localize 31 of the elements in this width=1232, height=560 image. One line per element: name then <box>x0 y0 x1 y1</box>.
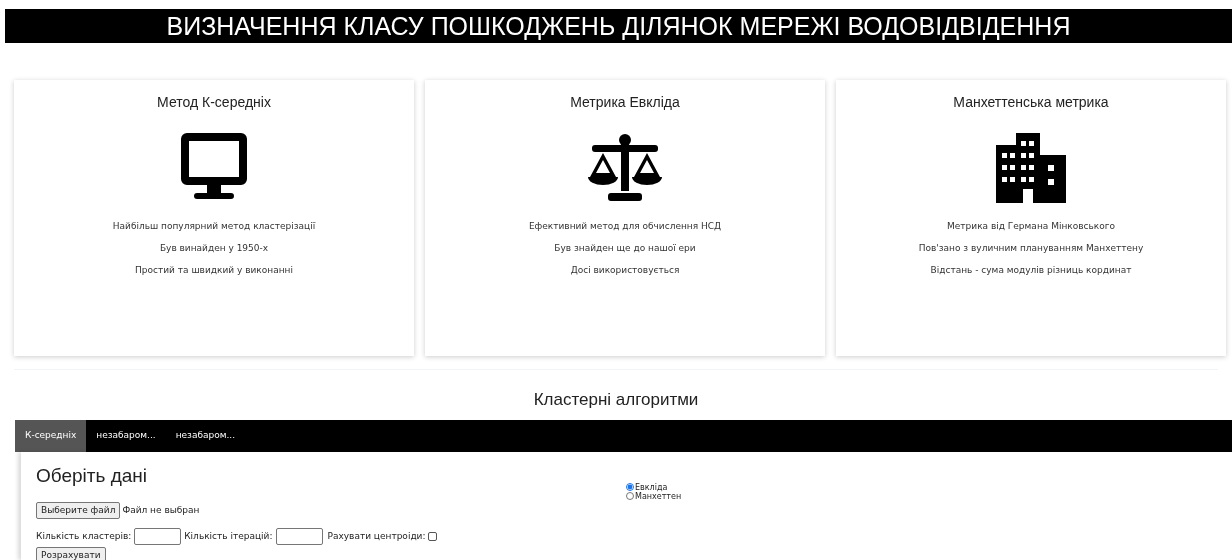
card-text: Найбільш популярний метод кластерізації <box>112 220 316 233</box>
card-text: Був винайден у 1950-х <box>159 242 269 255</box>
clusters-input[interactable] <box>134 528 182 545</box>
centroids-label: Рахувати центроіди: <box>327 529 426 543</box>
card-text: Ефективний метод для обчислення НСД <box>528 220 722 233</box>
radio-label: Манхеттен <box>635 491 682 501</box>
choose-file-button[interactable]: Выберите файл <box>36 502 121 519</box>
radio-label: Евкліда <box>635 482 668 492</box>
radio-button[interactable] <box>626 492 634 500</box>
iterations-input[interactable] <box>275 528 323 545</box>
section-title: Кластерні алгоритми <box>533 389 699 411</box>
buildings-icon <box>996 133 1066 203</box>
card-title: Метрика Евкліда <box>570 93 680 112</box>
card-title: Манхеттенська метрика <box>953 93 1109 112</box>
radio-button[interactable] <box>626 483 634 491</box>
scale-icon <box>588 133 662 203</box>
card-text: Простий та швидкий у виконанні <box>135 264 293 277</box>
calculate-button[interactable]: Розрахувати <box>36 547 106 560</box>
card-text: Був знайден ще до нашої ери <box>554 242 696 255</box>
file-status: Файл не выбран <box>122 503 200 517</box>
card-title: Метод К-середніх <box>157 93 271 112</box>
iterations-label: Кількість ітерацій: <box>184 529 273 543</box>
page-title: ВИЗНАЧЕННЯ КЛАСУ ПОШКОДЖЕНЬ ДІЛЯНОК МЕРЕЖІ ВОДОВІДВІДЕННЯ <box>166 13 1071 39</box>
tab[interactable]: К-середніх <box>15 419 87 452</box>
card-text: Метрика від Германа Мінковського <box>947 220 1115 233</box>
card-text: Досі використовується <box>570 264 680 277</box>
clusters-label: Кількість кластерів: <box>36 529 132 543</box>
card-text: Пов'зано з вуличним плануванням Манхеттену <box>918 242 1144 255</box>
centroids-checkbox[interactable] <box>428 532 438 541</box>
card-text: Відстань - сума модулів різниць кординат <box>930 264 1132 277</box>
panel-heading: Оберіть дані <box>36 463 148 488</box>
